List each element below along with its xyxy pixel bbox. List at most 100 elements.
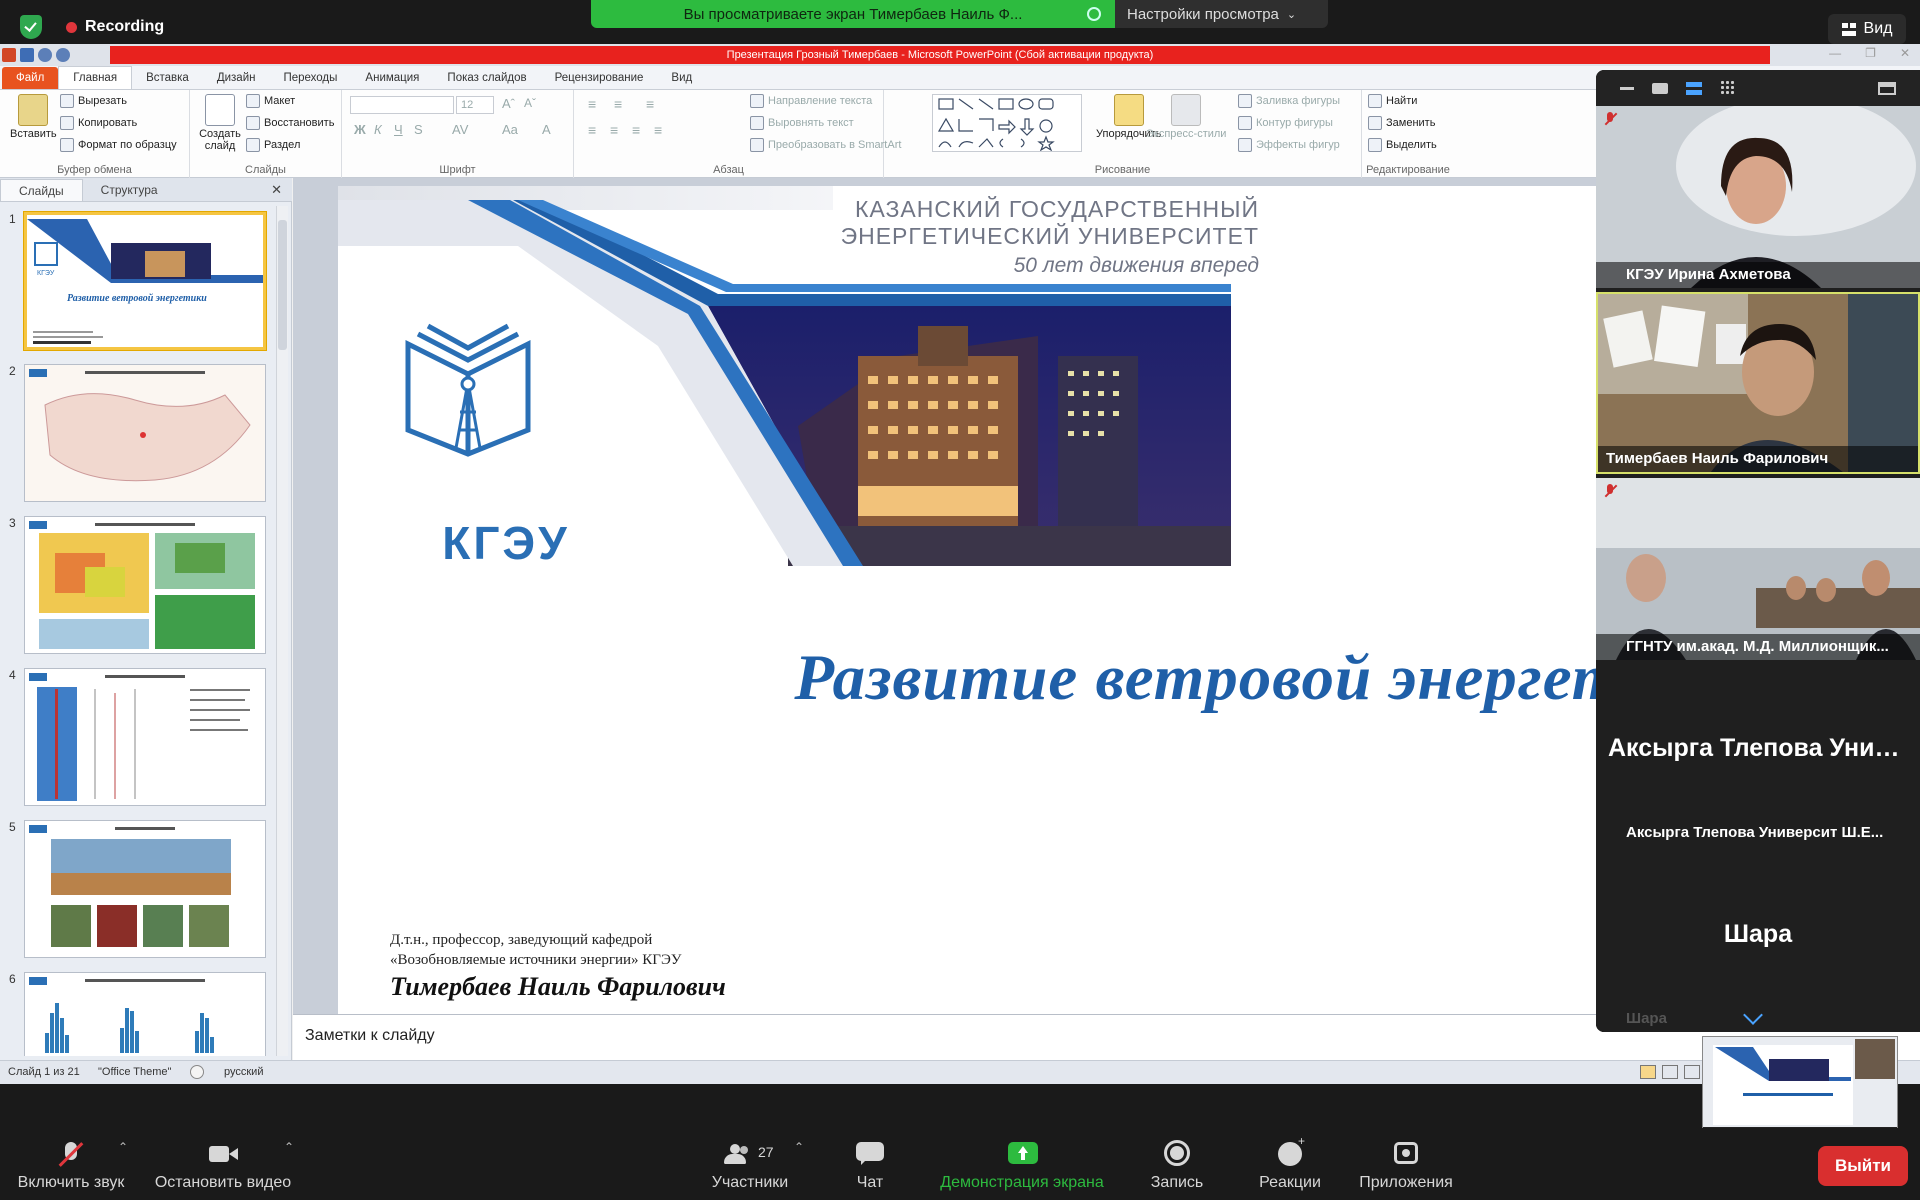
normal-view-icon[interactable] xyxy=(1640,1065,1656,1079)
slide-author-position[interactable]: Д.т.н., профессор, заведующий кафедрой xyxy=(390,932,652,949)
unmute-button[interactable]: Включить звук xyxy=(14,1128,128,1200)
shadow-icon[interactable]: S xyxy=(414,122,423,137)
new-slide-button[interactable]: Создать слайд xyxy=(198,94,242,152)
tab-review[interactable]: Рецензирование xyxy=(541,67,658,89)
tab-transitions[interactable]: Переходы xyxy=(269,67,351,89)
font-size-combo[interactable]: 12 xyxy=(456,96,494,114)
participant-video-tile[interactable]: Шара Шара xyxy=(1596,850,1920,1032)
share-screen-button[interactable]: Демонстрация экрана xyxy=(930,1128,1114,1200)
bullets-icon[interactable]: ≡ xyxy=(588,96,596,112)
tab-view[interactable]: Вид xyxy=(657,67,706,89)
spellcheck-icon[interactable] xyxy=(190,1065,204,1079)
reset-icon xyxy=(246,116,260,130)
apps-button[interactable]: Приложения xyxy=(1350,1128,1462,1200)
view-button[interactable]: Вид xyxy=(1828,14,1906,44)
leave-button[interactable]: Выйти xyxy=(1818,1146,1908,1186)
recording-indicator[interactable]: Recording xyxy=(56,12,174,42)
close-icon[interactable]: ✕ xyxy=(271,182,282,198)
security-shield-icon[interactable] xyxy=(20,15,42,39)
gallery-view-icon[interactable] xyxy=(1720,80,1736,96)
shared-screen-mini-preview[interactable] xyxy=(1702,1036,1898,1136)
editing-group-label: Редактирование xyxy=(1366,164,1450,176)
active-speaker-tile[interactable]: Тимербаев Наиль Фарилович xyxy=(1596,292,1920,474)
tab-file[interactable]: Файл xyxy=(2,67,59,89)
bold-icon[interactable]: Ж xyxy=(354,122,366,137)
reading-view-icon[interactable] xyxy=(1684,1065,1700,1079)
reactions-button[interactable]: + Реакции xyxy=(1250,1128,1330,1200)
minimize-panel-icon[interactable] xyxy=(1620,86,1634,90)
layout-button[interactable]: Макет xyxy=(246,94,295,108)
exit-floating-icon[interactable] xyxy=(1878,81,1896,95)
close-icon[interactable]: ✕ xyxy=(1900,46,1910,60)
align-left-icon[interactable]: ≡ xyxy=(588,122,596,138)
char-spacing-icon[interactable]: AV xyxy=(452,122,468,137)
shape-fill-button[interactable]: Заливка фигуры xyxy=(1238,94,1340,108)
restore-icon[interactable]: ❐ xyxy=(1865,46,1876,60)
indent-icon[interactable]: ≡ xyxy=(646,96,654,112)
cut-button[interactable]: Вырезать xyxy=(60,94,127,108)
participant-video-tile[interactable]: Аксырга Тлепова Унив... Аксырга Тлепова … xyxy=(1596,664,1920,846)
shape-effects-label: Эффекты фигур xyxy=(1256,139,1340,151)
slide-author-department[interactable]: «Возобновляемые источники энергии» КГЭУ xyxy=(390,952,682,969)
tab-outline[interactable]: Структура xyxy=(83,179,176,201)
italic-icon[interactable]: К xyxy=(374,122,382,137)
speaker-view-icon[interactable] xyxy=(1686,81,1702,95)
font-name-combo[interactable] xyxy=(350,96,454,114)
copy-button[interactable]: Копировать xyxy=(60,116,137,130)
view-options-button[interactable]: Настройки просмотра ⌄ xyxy=(1115,0,1328,28)
shrink-font-icon[interactable]: Aˇ xyxy=(524,96,536,110)
underline-icon[interactable]: Ч xyxy=(394,122,403,137)
university-line-1: КАЗАНСКИЙ ГОСУДАРСТВЕННЫЙ xyxy=(855,196,1259,222)
slides-scrollbar[interactable] xyxy=(276,206,288,1056)
participant-video-tile[interactable]: ГГНТУ им.акад. М.Д. Миллионщик... xyxy=(1596,478,1920,660)
video-options-caret-icon[interactable]: ⌃ xyxy=(284,1140,294,1154)
replace-button[interactable]: Заменить xyxy=(1368,116,1435,130)
undo-icon[interactable] xyxy=(38,48,52,62)
tab-slideshow[interactable]: Показ слайдов xyxy=(433,67,540,89)
participants-caret-icon[interactable]: ⌃ xyxy=(794,1140,804,1154)
save-icon[interactable] xyxy=(20,48,34,62)
shape-effects-button[interactable]: Эффекты фигур xyxy=(1238,138,1340,152)
participant-video-tile[interactable]: КГЭУ Ирина Ахметова xyxy=(1596,106,1920,288)
format-painter-button[interactable]: Формат по образцу xyxy=(60,138,177,152)
reset-button[interactable]: Восстановить xyxy=(246,116,334,130)
align-right-icon[interactable]: ≡ xyxy=(632,122,640,138)
tab-home[interactable]: Главная xyxy=(58,66,133,89)
slide-sorter-icon[interactable] xyxy=(1662,1065,1678,1079)
tab-animations[interactable]: Анимация xyxy=(351,67,433,89)
minimize-icon[interactable]: — xyxy=(1829,46,1841,60)
stop-video-button[interactable]: Остановить видео xyxy=(150,1128,296,1200)
slide-author-name[interactable]: Тимербаев Наиль Фарилович xyxy=(390,972,726,1002)
tab-design[interactable]: Дизайн xyxy=(203,67,270,89)
grow-font-icon[interactable]: Aˆ xyxy=(502,96,515,111)
justify-icon[interactable]: ≡ xyxy=(654,122,662,138)
smartart-button[interactable]: Преобразовать в SmartArt xyxy=(750,138,901,152)
font-color-icon[interactable]: A xyxy=(542,122,551,137)
scroll-thumb[interactable] xyxy=(278,220,287,350)
record-button[interactable]: Запись xyxy=(1140,1128,1214,1200)
status-bar: Слайд 1 из 21 "Office Theme" русский xyxy=(0,1060,1920,1084)
change-case-icon[interactable]: Aa xyxy=(502,122,518,137)
quick-styles-button[interactable]: Экспресс-стили xyxy=(1146,94,1226,140)
paste-button[interactable]: Вставить xyxy=(10,94,57,140)
clipboard-group: Вставить Вырезать Копировать Формат по о… xyxy=(0,90,190,178)
chat-button[interactable]: Чат xyxy=(840,1128,900,1200)
redo-icon[interactable] xyxy=(56,48,70,62)
single-video-icon[interactable] xyxy=(1652,82,1668,94)
zoom-participants-panel: КГЭУ Ирина Ахметова Тимербаев Наиль Фари… xyxy=(1596,70,1920,1032)
participants-button[interactable]: 27 Участники xyxy=(690,1128,810,1200)
find-button[interactable]: Найти xyxy=(1368,94,1417,108)
align-center-icon[interactable]: ≡ xyxy=(610,122,618,138)
slide-number: 6 xyxy=(9,972,16,986)
audio-options-caret-icon[interactable]: ⌃ xyxy=(118,1140,128,1154)
section-button[interactable]: Раздел xyxy=(246,138,300,152)
select-button[interactable]: Выделить xyxy=(1368,138,1437,152)
shape-outline-button[interactable]: Контур фигуры xyxy=(1238,116,1333,130)
text-direction-button[interactable]: Направление текста xyxy=(750,94,872,108)
numbering-icon[interactable]: ≡ xyxy=(614,96,622,112)
shapes-gallery[interactable] xyxy=(932,94,1082,152)
language-status[interactable]: русский xyxy=(224,1066,263,1078)
align-text-button[interactable]: Выровнять текст xyxy=(750,116,854,130)
tab-insert[interactable]: Вставка xyxy=(132,67,203,89)
tab-slides[interactable]: Слайды xyxy=(0,179,83,201)
